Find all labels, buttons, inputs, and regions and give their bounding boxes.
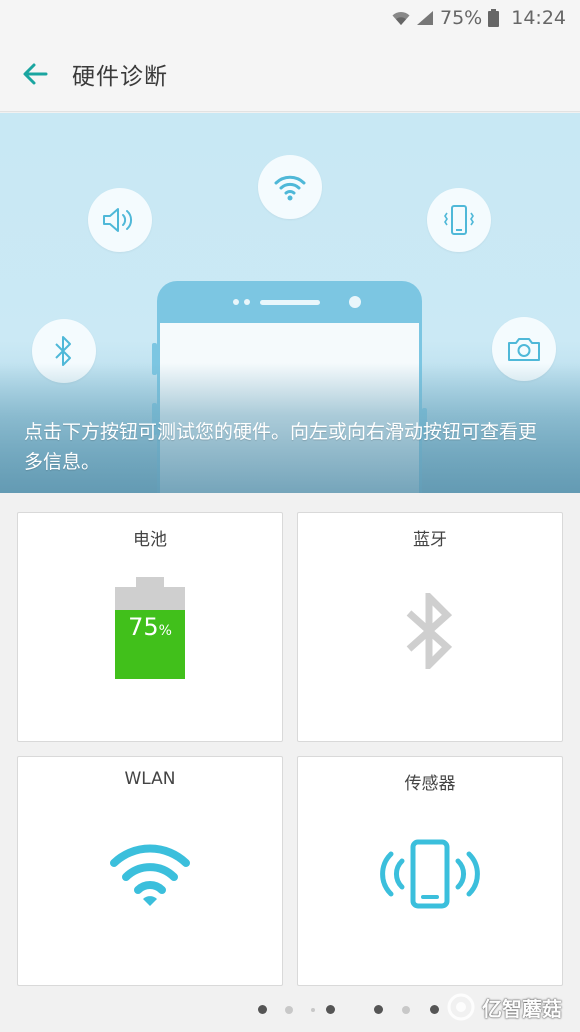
page-title: 硬件诊断 <box>72 63 168 90</box>
battery-icon <box>488 9 500 27</box>
battery-icon: 75% <box>115 577 185 679</box>
hero-caption: 点击下方按钮可测试您的硬件。向左或向右滑动按钮可查看更多信息。 <box>24 421 538 473</box>
sensor-phone-icon <box>380 839 480 909</box>
card-label: 电池 <box>133 530 167 550</box>
clock: 14:24 <box>511 7 566 29</box>
arrow-left-icon <box>23 63 48 84</box>
speaker-icon <box>103 208 133 232</box>
wifi-icon <box>392 11 410 25</box>
battery-test-card[interactable]: 电池 75% <box>17 512 283 742</box>
hero-vibration-bubble <box>427 188 491 252</box>
app-bar: 硬件诊断 <box>0 36 580 112</box>
watermark: 亿智蘑菇 <box>446 986 576 1028</box>
card-label: WLAN <box>124 769 176 789</box>
watermark-text: 亿智蘑菇 <box>482 996 562 1021</box>
page-dot[interactable] <box>326 1005 335 1014</box>
status-bar: 75% 14:24 <box>0 0 580 36</box>
page-dot[interactable] <box>374 1005 383 1014</box>
hero-speaker-bubble <box>88 188 152 252</box>
battery-level-text: 75% <box>128 613 172 641</box>
page-dot[interactable] <box>258 1005 267 1014</box>
wifi-icon <box>110 844 190 906</box>
battery-percentage: 75% <box>440 7 483 29</box>
sensor-test-card[interactable]: 传感器 <box>297 756 563 986</box>
page-dot[interactable] <box>430 1005 439 1014</box>
card-label: 蓝牙 <box>413 530 447 550</box>
card-label: 传感器 <box>404 774 456 794</box>
wlan-test-card[interactable]: WLAN <box>17 756 283 986</box>
page-dot[interactable] <box>402 1006 410 1014</box>
hero-illustration: 点击下方按钮可测试您的硬件。向左或向右滑动按钮可查看更多信息。 <box>0 113 580 493</box>
bluetooth-test-card[interactable]: 蓝牙 <box>297 512 563 742</box>
hero-wifi-bubble <box>258 155 322 219</box>
watermark-logo-icon <box>447 993 475 1021</box>
back-button[interactable] <box>0 36 70 112</box>
wifi-icon <box>274 175 306 201</box>
page-dot[interactable] <box>285 1006 293 1014</box>
camera-icon <box>508 338 540 361</box>
page-dot[interactable] <box>311 1008 315 1012</box>
signal-icon <box>417 11 433 25</box>
bluetooth-icon <box>406 593 453 669</box>
vibration-icon <box>444 205 474 235</box>
